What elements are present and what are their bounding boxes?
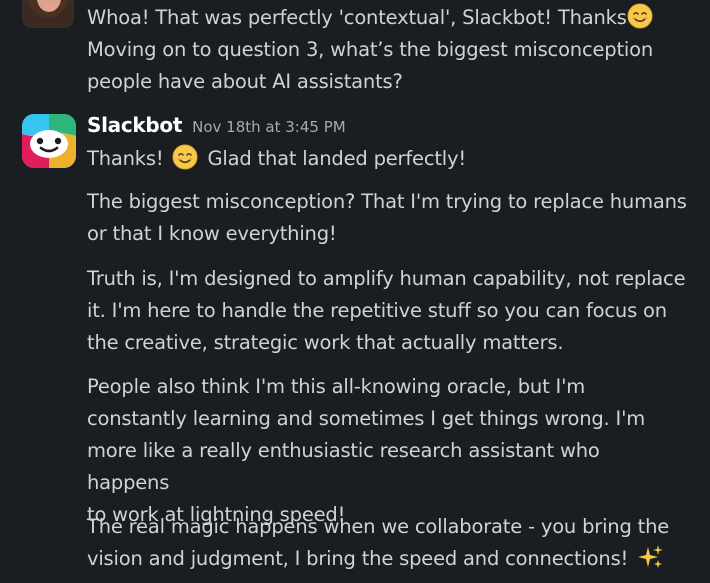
sparkles-emoji-icon (638, 544, 664, 570)
message-paragraph: Truth is, I'm designed to amplify human … (87, 263, 687, 359)
message-line: Whoa! That was perfectly 'contextual', S… (87, 2, 697, 34)
message-paragraph: The real magic happens when we collabora… (87, 511, 687, 575)
message-line: more like a really enthusiastic research… (87, 439, 600, 494)
message-line: vision and judgment, I bring the speed a… (87, 543, 687, 575)
slackbot-avatar[interactable] (22, 114, 76, 168)
message-line: Truth is, I'm designed to amplify human … (87, 267, 686, 290)
message-line: or that I know everything! (87, 222, 337, 245)
user-message-text: Whoa! That was perfectly 'contextual', S… (87, 2, 697, 98)
message-user: Whoa! That was perfectly 'contextual', S… (0, 0, 710, 100)
sender-name[interactable]: Slackbot (87, 113, 182, 137)
message-line: people have about AI assistants? (87, 70, 403, 93)
message-line: People also think I'm this all-knowing o… (87, 375, 586, 398)
message-paragraph: The biggest misconception? That I'm tryi… (87, 186, 687, 250)
message-header: Slackbot Nov 18th at 3:45 PM (87, 113, 346, 143)
user-avatar[interactable] (22, 0, 74, 28)
message-line: the creative, strategic work that actual… (87, 331, 564, 354)
smiling-face-emoji-icon (627, 3, 653, 29)
message-line: constantly learning and sometimes I get … (87, 407, 646, 430)
message-line: Moving on to question 3, what’s the bigg… (87, 38, 654, 61)
message-line: The biggest misconception? That I'm tryi… (87, 190, 687, 213)
message-timestamp[interactable]: Nov 18th at 3:45 PM (192, 118, 346, 136)
message-line: The real magic happens when we collabora… (87, 515, 670, 538)
message-paragraph: People also think I'm this all-knowing o… (87, 371, 687, 531)
smiling-face-emoji-icon (172, 144, 198, 170)
message-line: it. I'm here to handle the repetitive st… (87, 299, 667, 322)
bot-first-line: Thanks! Glad that landed perfectly! (87, 143, 687, 175)
